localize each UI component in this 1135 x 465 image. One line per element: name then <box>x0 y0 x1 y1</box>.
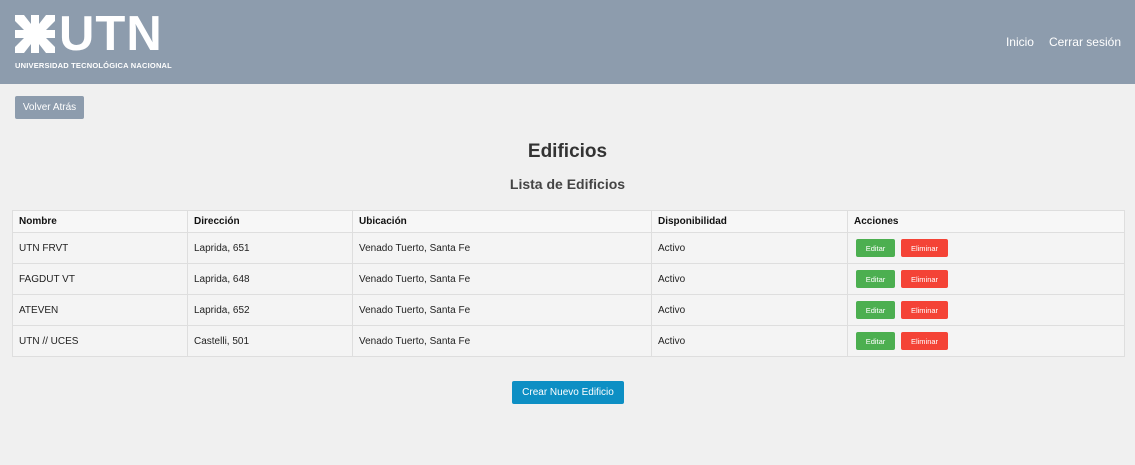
page-subtitle: Lista de Edificios <box>509 176 626 192</box>
header-disponibilidad: Disponibilidad <box>651 210 848 233</box>
page-title: Edificios <box>527 141 608 162</box>
cell-acciones: Editar Eliminar <box>847 263 1125 295</box>
cell-direccion: Laprida, 652 <box>187 294 353 326</box>
nav-logout-link[interactable]: Cerrar sesión <box>1049 35 1121 49</box>
logo-text: UTN <box>59 7 163 61</box>
delete-button[interactable]: Eliminar <box>901 239 948 257</box>
header-acciones: Acciones <box>847 210 1125 233</box>
table-row: UTN // UCES Castelli, 501 Venado Tuerto,… <box>12 325 1125 357</box>
cell-direccion: Laprida, 648 <box>187 263 353 295</box>
utn-logo-mark-icon <box>15 15 55 53</box>
edit-button[interactable]: Editar <box>856 301 895 319</box>
cell-direccion: Laprida, 651 <box>187 232 353 264</box>
buildings-table: Nombre Dirección Ubicación Disponibilida… <box>12 210 1125 357</box>
delete-button[interactable]: Eliminar <box>901 301 948 319</box>
header-nombre: Nombre <box>12 210 188 233</box>
cell-ubicacion: Venado Tuerto, Santa Fe <box>352 294 652 326</box>
logo-subtitle: UNIVERSIDAD TECNOLÓGICA NACIONAL <box>15 61 172 70</box>
table-row: UTN FRVT Laprida, 651 Venado Tuerto, San… <box>12 232 1125 264</box>
cell-direccion: Castelli, 501 <box>187 325 353 357</box>
cell-nombre: UTN FRVT <box>12 232 188 264</box>
create-building-button[interactable]: Crear Nuevo Edificio <box>512 381 624 404</box>
header-ubicacion: Ubicación <box>352 210 652 233</box>
header-direccion: Dirección <box>187 210 353 233</box>
nav-inicio-link[interactable]: Inicio <box>1006 35 1034 49</box>
cell-disponibilidad: Activo <box>651 294 848 326</box>
delete-button[interactable]: Eliminar <box>901 332 948 350</box>
cell-ubicacion: Venado Tuerto, Santa Fe <box>352 325 652 357</box>
app-header: UTN UNIVERSIDAD TECNOLÓGICA NACIONAL Ini… <box>0 0 1135 84</box>
delete-button[interactable]: Eliminar <box>901 270 948 288</box>
edit-button[interactable]: Editar <box>856 270 895 288</box>
table-row: FAGDUT VT Laprida, 648 Venado Tuerto, Sa… <box>12 263 1125 295</box>
cell-disponibilidad: Activo <box>651 325 848 357</box>
back-button[interactable]: Volver Atrás <box>15 96 84 119</box>
edit-button[interactable]: Editar <box>856 239 895 257</box>
top-nav: Inicio Cerrar sesión <box>1006 35 1121 49</box>
cell-nombre: UTN // UCES <box>12 325 188 357</box>
table-header-row: Nombre Dirección Ubicación Disponibilida… <box>12 210 1125 233</box>
table-row: ATEVEN Laprida, 652 Venado Tuerto, Santa… <box>12 294 1125 326</box>
cell-acciones: Editar Eliminar <box>847 232 1125 264</box>
cell-acciones: Editar Eliminar <box>847 294 1125 326</box>
cell-nombre: FAGDUT VT <box>12 263 188 295</box>
edit-button[interactable]: Editar <box>856 332 895 350</box>
cell-acciones: Editar Eliminar <box>847 325 1125 357</box>
utn-logo[interactable]: UTN UNIVERSIDAD TECNOLÓGICA NACIONAL <box>15 9 185 71</box>
cell-nombre: ATEVEN <box>12 294 188 326</box>
cell-disponibilidad: Activo <box>651 263 848 295</box>
cell-disponibilidad: Activo <box>651 232 848 264</box>
cell-ubicacion: Venado Tuerto, Santa Fe <box>352 263 652 295</box>
cell-ubicacion: Venado Tuerto, Santa Fe <box>352 232 652 264</box>
